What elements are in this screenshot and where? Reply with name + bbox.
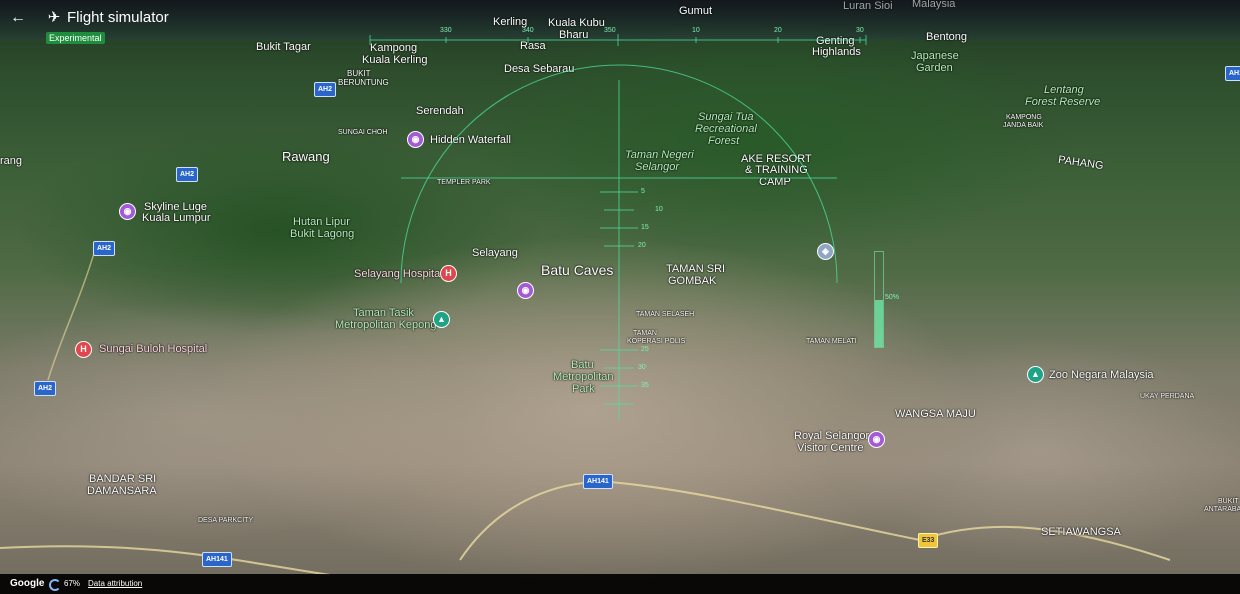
heading-label: 30 — [856, 27, 864, 34]
experimental-badge: Experimental — [46, 32, 105, 44]
heading-label: 340 — [522, 27, 534, 34]
back-arrow-icon[interactable]: ← — [9, 9, 27, 27]
heading-label: 10 — [692, 27, 700, 34]
pitch-label: 20 — [638, 242, 646, 249]
loading-percent: 67% — [64, 579, 81, 588]
flight-hud — [369, 34, 867, 420]
pitch-label: 30 — [638, 364, 646, 371]
loading-spinner-icon — [49, 579, 61, 591]
heading-label: 20 — [774, 27, 782, 34]
throttle-gauge — [874, 251, 884, 348]
throttle-fill — [875, 299, 883, 347]
pitch-label: 10 — [655, 206, 663, 213]
airplane-icon: ✈ — [47, 9, 61, 26]
google-logo: Google — [10, 578, 45, 589]
pitch-label: 5 — [641, 188, 645, 195]
footer-bar: Google 67% Data attribution — [0, 574, 1240, 594]
heading-label: 330 — [440, 27, 452, 34]
heading-label: 350 — [604, 27, 616, 34]
pitch-label: 25 — [641, 346, 649, 353]
pitch-label: 35 — [641, 382, 649, 389]
pitch-label: 15 — [641, 224, 649, 231]
throttle-label: 50% — [885, 294, 900, 301]
top-bar: ← ✈ Flight simulator Experimental — [0, 0, 260, 48]
page-title: Flight simulator — [67, 9, 169, 26]
data-attribution-link[interactable]: Data attribution — [88, 578, 142, 590]
